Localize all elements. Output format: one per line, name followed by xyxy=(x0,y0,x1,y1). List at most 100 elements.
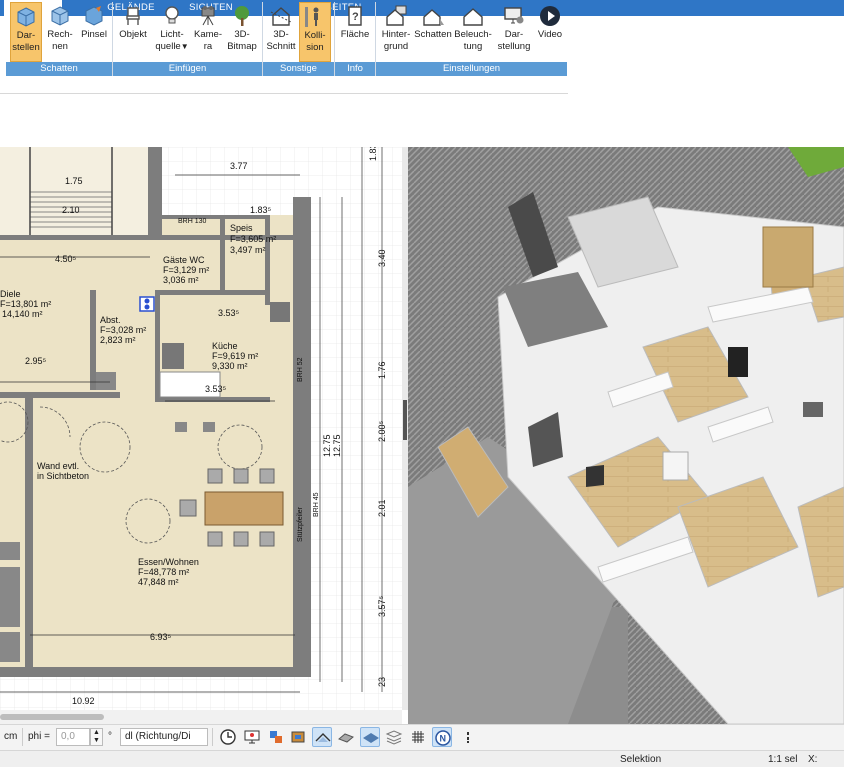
area-button[interactable]: ? Fläche xyxy=(338,2,372,62)
camera-label-1: Kame- xyxy=(194,29,222,40)
light-source-label-1: Licht- xyxy=(160,29,184,40)
brh-52: BRH 52 xyxy=(297,357,304,382)
calculate-label-2: nen xyxy=(52,41,68,52)
screen-capture-button[interactable] xyxy=(242,727,262,747)
3d-view[interactable] xyxy=(408,147,844,724)
toolbar-divider xyxy=(22,728,23,746)
label-brh-130: BRH 130 xyxy=(178,218,207,225)
plan-scroll-thumb[interactable] xyxy=(0,714,104,720)
brh-45: BRH 45 xyxy=(313,492,320,517)
camera-button[interactable]: Kame- ra xyxy=(192,2,224,62)
grid-button[interactable] xyxy=(408,727,428,747)
collision-label-2: sion xyxy=(306,42,324,53)
dim-3535-b: 3.53⁵ xyxy=(205,384,227,394)
north-button[interactable]: N xyxy=(432,727,452,747)
clock-button[interactable] xyxy=(218,727,238,747)
roof-icon xyxy=(315,733,331,742)
dim-183: 1.83 xyxy=(368,147,378,161)
calculate-button[interactable]: Rech- nen xyxy=(45,2,75,62)
collision-label-1: Kolli- xyxy=(304,30,326,41)
palette-icon xyxy=(270,731,282,743)
display-button[interactable]: Dar- stellung xyxy=(494,2,534,62)
collision-button[interactable]: Kolli- sion xyxy=(299,2,331,62)
note-wall-1: Wand evtl. xyxy=(37,461,79,471)
floor-plan-canvas[interactable]: Diele F=13,801 m² 14,140 m² Küche F=9,61… xyxy=(0,147,402,710)
dim-3575: 3.57⁵ xyxy=(377,595,387,617)
roof-view-button[interactable] xyxy=(312,727,332,747)
group-label-schatten: Schatten xyxy=(6,62,112,76)
splitter-handle[interactable] xyxy=(403,400,407,440)
section-cut-icon xyxy=(270,7,292,26)
room-gaeste-wc: Gäste WC xyxy=(163,255,205,265)
object-button[interactable]: Objekt xyxy=(116,2,150,62)
cube-render-icon xyxy=(17,7,35,27)
dim-1275-a: 12.75 xyxy=(322,434,332,457)
group-label-info: Info xyxy=(335,62,375,76)
camera-icon xyxy=(201,6,215,26)
layer-view-button[interactable] xyxy=(360,727,380,747)
area-label: Fläche xyxy=(340,29,370,40)
dim-201: 2.01 xyxy=(377,499,387,517)
more-options-button[interactable] xyxy=(458,727,478,747)
display-label-1: Dar- xyxy=(504,29,524,40)
label-stuetzpfeiler: Stützpfeiler xyxy=(297,506,304,542)
phi-stepper[interactable]: ▲ ▼ xyxy=(90,728,103,746)
room-abst-area2: 2,823 m² xyxy=(100,335,136,345)
svg-text:N: N xyxy=(440,734,447,744)
dim-3535-a: 3.53⁵ xyxy=(218,308,240,318)
material-button[interactable] xyxy=(288,727,308,747)
brush-button[interactable]: Pinsel xyxy=(78,2,110,62)
render-button[interactable]: Dar- stellen xyxy=(10,2,42,62)
monitor-icon xyxy=(244,730,260,744)
bitmap-3d-label-2: Bitmap xyxy=(227,41,257,52)
room-speis-area1: F=3,605 m² xyxy=(230,234,276,244)
direction-select[interactable]: dl (Richtung/Di xyxy=(120,728,208,746)
tree-icon xyxy=(235,6,249,26)
house-shadow-icon xyxy=(423,9,444,26)
background-label-1: Hinter- xyxy=(381,29,411,40)
video-button[interactable]: Video xyxy=(534,2,566,62)
room-gaeste-wc-area2: 3,036 m² xyxy=(163,275,199,285)
palette-button[interactable] xyxy=(266,727,286,747)
bitmap-3d-label-1: 3D- xyxy=(234,29,250,40)
render-label-2: stellen xyxy=(12,42,40,53)
left-furniture xyxy=(0,542,20,662)
toolbar-divider xyxy=(212,728,213,746)
unit-label: cm xyxy=(4,731,18,742)
dim-176: 1.76 xyxy=(377,361,387,379)
lighting-button[interactable]: Beleuch- tung xyxy=(453,2,493,62)
stack-button[interactable] xyxy=(384,727,404,747)
light-source-label-2: quelle xyxy=(155,41,181,52)
floor-plan-view[interactable]: Diele F=13,801 m² 14,140 m² Küche F=9,61… xyxy=(0,147,402,710)
room-kueche: Küche xyxy=(212,341,238,351)
texture-button[interactable] xyxy=(336,727,356,747)
layers-icon xyxy=(363,733,379,743)
dim-2955: 2.95⁵ xyxy=(25,356,47,366)
house-lighting-icon xyxy=(463,8,483,26)
area-question-icon: ? xyxy=(348,6,362,26)
grid-icon xyxy=(412,731,424,743)
dim-175: 1.75 xyxy=(65,176,83,186)
degree-label: ° xyxy=(108,731,112,742)
bitmap-3d-button[interactable]: 3D- Bitmap xyxy=(224,2,260,62)
note-wall-2: in Sichtbeton xyxy=(37,471,89,481)
camera-label-2: ra xyxy=(203,41,213,52)
calculate-label-1: Rech- xyxy=(47,29,73,40)
background-label-2: grund xyxy=(383,41,409,52)
section-3d-button[interactable]: 3D- Schnitt xyxy=(266,2,296,62)
room-abst-area1: F=3,028 m² xyxy=(100,325,146,335)
room-essen: Essen/Wohnen xyxy=(138,557,199,567)
section-3d-label-1: 3D- xyxy=(273,29,289,40)
stack-icon xyxy=(385,730,403,745)
person-collision-icon xyxy=(305,7,319,27)
brush-icon xyxy=(85,6,103,26)
background-button[interactable]: Hinter- grund xyxy=(378,2,414,62)
dim-1275-b: 12.75 xyxy=(332,434,342,457)
light-source-button[interactable]: Licht- quelle▼ xyxy=(154,2,190,62)
material-icon xyxy=(291,731,305,743)
phi-input[interactable]: 0,0 xyxy=(56,728,90,746)
shadow-button[interactable]: Schatten xyxy=(414,2,452,62)
play-icon xyxy=(540,6,560,26)
room-speis: Speis xyxy=(230,223,253,233)
3d-view-canvas[interactable] xyxy=(408,147,844,724)
